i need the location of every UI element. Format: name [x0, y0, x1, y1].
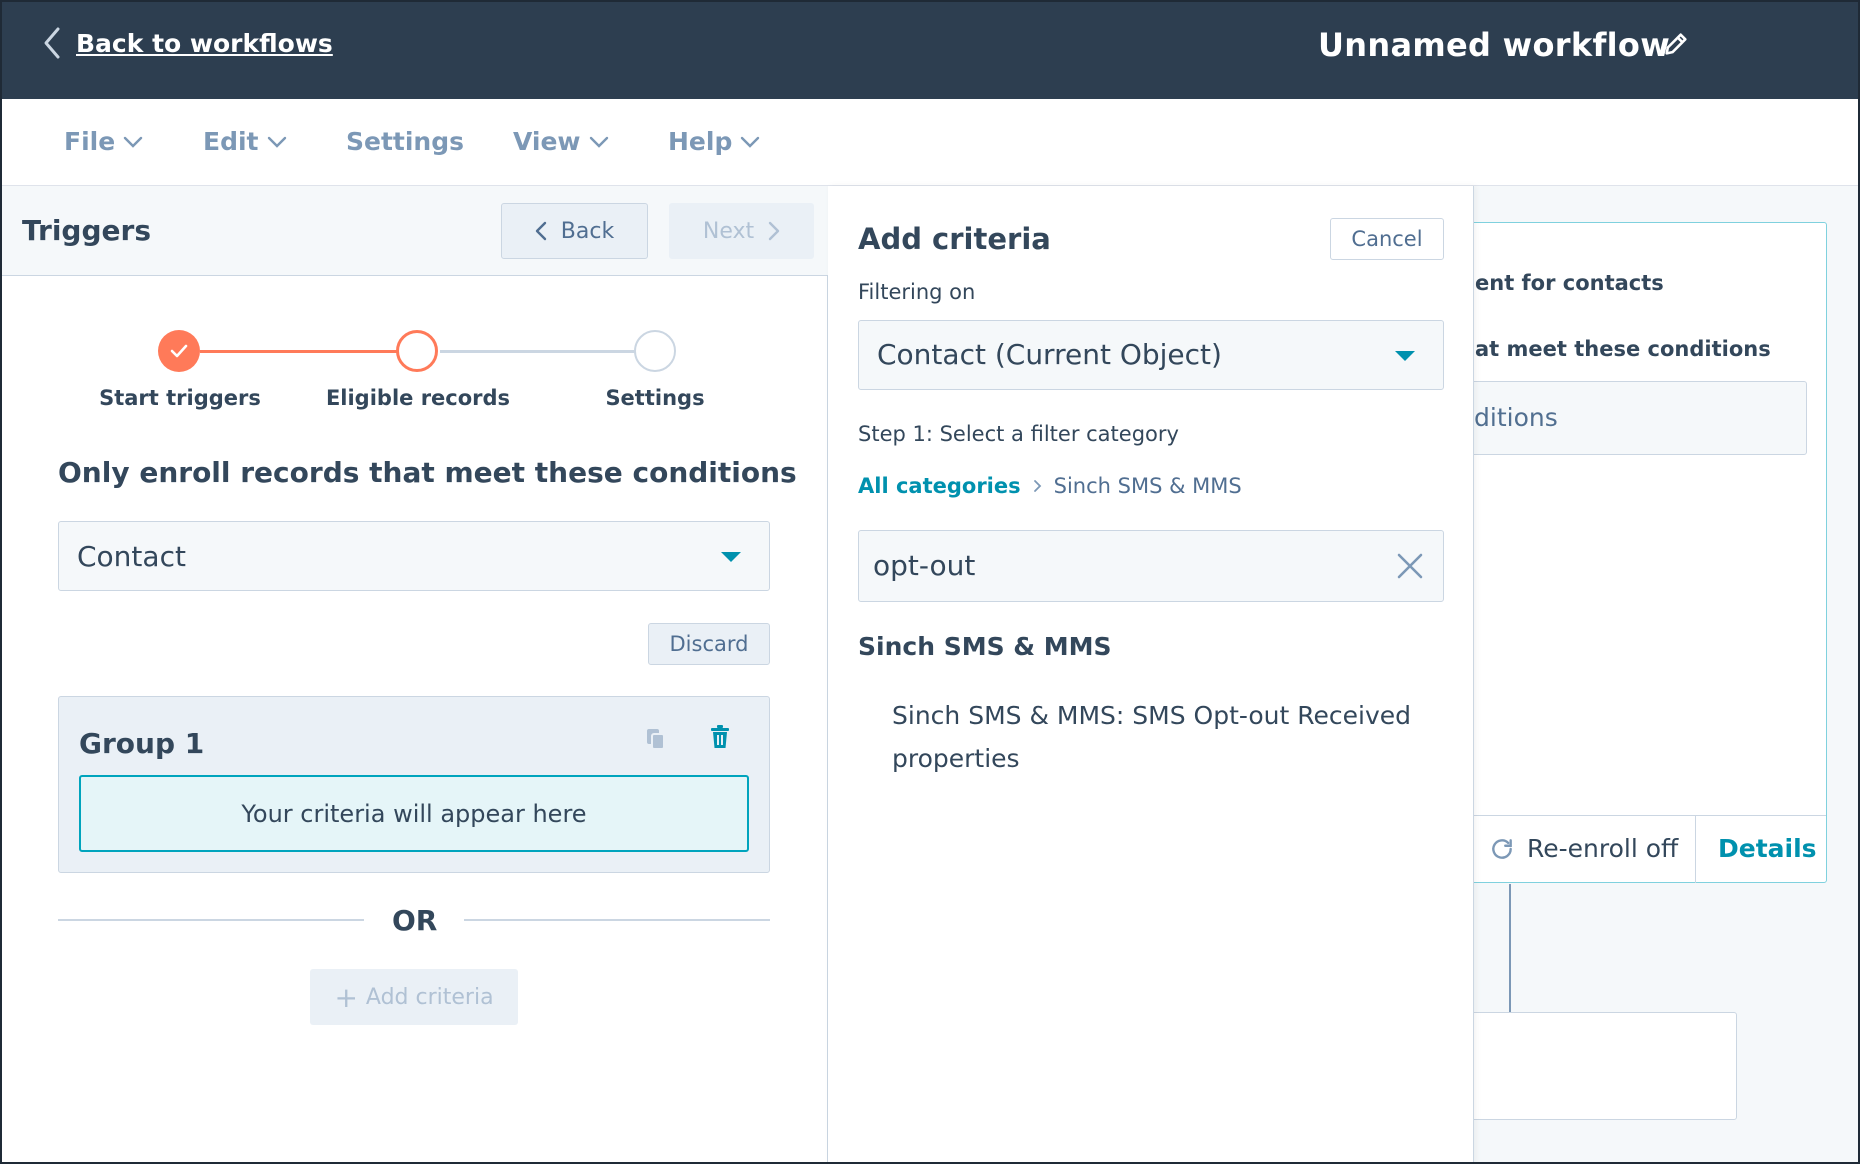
menu-settings[interactable]: Settings	[346, 127, 464, 156]
footer-divider	[1695, 816, 1696, 883]
triggers-title: Triggers	[22, 214, 151, 247]
menu-file-label: File	[64, 127, 116, 156]
next-button-label: Next	[702, 218, 755, 244]
plus-icon: +	[334, 980, 358, 1014]
refresh-icon	[1492, 838, 1512, 859]
menu-bar: File Edit Settings View Help	[0, 99, 1860, 186]
reenroll-label: Re-enroll off	[1527, 834, 1679, 863]
caret-down-icon	[721, 552, 741, 562]
chevron-right-icon	[768, 221, 780, 241]
filtering-on-label: Filtering on	[858, 280, 976, 304]
breadcrumb-current: Sinch SMS & MMS	[1053, 474, 1242, 498]
object-type-select[interactable]: Contact	[58, 521, 770, 591]
category-breadcrumb: All categories Sinch SMS & MMS	[858, 474, 1242, 498]
add-criteria-panel: Add criteria Cancel Filtering on Contact…	[828, 186, 1474, 1164]
menu-help[interactable]: Help	[668, 127, 760, 156]
discard-button[interactable]: Discard	[648, 623, 770, 665]
filtering-on-value: Contact (Current Object)	[877, 338, 1222, 371]
step-settings[interactable]	[634, 330, 676, 372]
add-criteria-button[interactable]: + Add criteria	[310, 969, 518, 1025]
header-bar: Back to workflows Unnamed workflow	[0, 0, 1860, 99]
chevron-down-icon	[123, 136, 143, 148]
conditions-heading: Only enroll records that meet these cond…	[58, 456, 797, 489]
criteria-group: Group 1 Your criteria will appear here	[58, 696, 770, 873]
triggers-panel: Triggers Back Next Start triggers Eligib…	[0, 186, 828, 1164]
result-group-heading: Sinch SMS & MMS	[858, 632, 1112, 661]
back-to-workflows-label: Back to workflows	[76, 28, 333, 58]
chevron-down-icon	[267, 136, 286, 148]
menu-edit[interactable]: Edit	[203, 127, 287, 156]
close-icon[interactable]	[1395, 551, 1425, 585]
search-input-value: opt-out	[873, 549, 976, 582]
step-eligible-records[interactable]	[396, 330, 438, 372]
trigger-card-conditions-text: ditions	[1474, 403, 1558, 432]
step-start-triggers[interactable]	[158, 330, 200, 372]
object-type-value: Contact	[77, 540, 186, 573]
group-title: Group 1	[79, 727, 205, 760]
menu-help-label: Help	[668, 127, 733, 156]
back-button[interactable]: Back	[501, 203, 648, 259]
search-input[interactable]: opt-out	[858, 530, 1444, 602]
add-criteria-title: Add criteria	[858, 222, 1051, 256]
stepper-line-upcoming	[440, 350, 636, 353]
trigger-card-text: ent for contacts	[1475, 271, 1664, 295]
details-link[interactable]: Details	[1718, 834, 1817, 863]
menu-view[interactable]: View	[513, 127, 609, 156]
cancel-button[interactable]: Cancel	[1330, 218, 1444, 260]
back-to-workflows-link[interactable]: Back to workflows	[42, 26, 333, 60]
result-item[interactable]: Sinch SMS & MMS: SMS Opt-out Received pr…	[892, 694, 1412, 780]
step-label-eligible-records: Eligible records	[325, 386, 511, 410]
step-label-settings: Settings	[605, 386, 705, 410]
check-icon	[170, 344, 188, 358]
or-divider-left	[58, 919, 364, 921]
breadcrumb-all-categories[interactable]: All categories	[858, 474, 1021, 498]
reenroll-toggle[interactable]: Re-enroll off	[1489, 834, 1678, 863]
copy-icon[interactable]	[645, 727, 667, 755]
step-instruction: Step 1: Select a filter category	[858, 422, 1179, 446]
chevron-left-icon	[44, 27, 60, 59]
workflow-title: Unnamed workflow	[1318, 26, 1671, 64]
chevron-down-icon	[741, 136, 760, 148]
criteria-placeholder: Your criteria will appear here	[79, 775, 749, 852]
filtering-on-select[interactable]: Contact (Current Object)	[858, 320, 1444, 390]
menu-file[interactable]: File	[64, 127, 143, 156]
workflow-connector	[1509, 884, 1511, 1012]
pencil-icon[interactable]	[1662, 30, 1690, 62]
trigger-card-subtext: at meet these conditions	[1475, 337, 1771, 361]
or-divider-right	[464, 919, 770, 921]
menu-edit-label: Edit	[203, 127, 259, 156]
next-button[interactable]: Next	[669, 203, 814, 259]
or-label: OR	[392, 904, 438, 937]
chevron-left-icon	[535, 221, 546, 241]
caret-down-icon	[1395, 351, 1415, 361]
trash-icon[interactable]	[710, 725, 730, 753]
step-label-start-triggers: Start triggers	[99, 386, 261, 410]
stepper-line-complete	[200, 350, 402, 353]
menu-settings-label: Settings	[346, 127, 465, 156]
chevron-right-icon	[1033, 474, 1042, 498]
menu-view-label: View	[513, 127, 581, 156]
back-button-label: Back	[560, 218, 615, 244]
add-criteria-label: Add criteria	[365, 984, 494, 1010]
chevron-down-icon	[589, 136, 608, 148]
triggers-panel-header: Triggers Back Next	[0, 186, 828, 276]
